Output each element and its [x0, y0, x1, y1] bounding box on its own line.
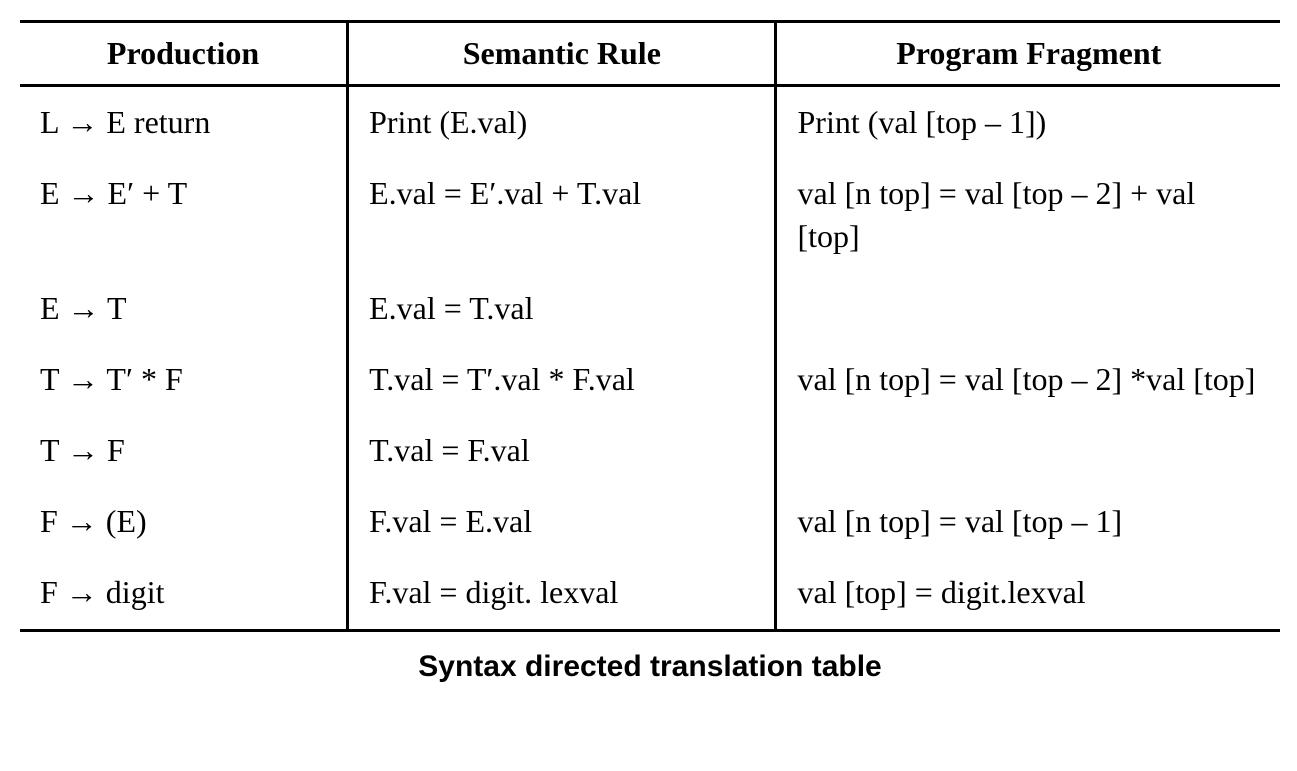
cell-semantic: E.val = T.val: [348, 273, 776, 344]
cell-fragment: [776, 415, 1280, 486]
cell-fragment: val [n top] = val [top – 2] *val [top]: [776, 344, 1280, 415]
table-caption: Syntax directed translation table: [20, 650, 1280, 684]
cell-production: E → E′ + T: [20, 158, 348, 272]
table-row: T → F T.val = F.val: [20, 415, 1280, 486]
cell-production: L → E return: [20, 86, 348, 159]
header-production: Production: [20, 22, 348, 86]
cell-fragment: val [n top] = val [top – 1]: [776, 486, 1280, 557]
header-semantic-rule: Semantic Rule: [348, 22, 776, 86]
table-row: E → T E.val = T.val: [20, 273, 1280, 344]
cell-semantic: T.val = T′.val * F.val: [348, 344, 776, 415]
cell-semantic: F.val = digit. lexval: [348, 557, 776, 630]
cell-fragment: Print (val [top – 1]): [776, 86, 1280, 159]
table-row: F → digit F.val = digit. lexval val [top…: [20, 557, 1280, 630]
cell-production: F → digit: [20, 557, 348, 630]
cell-semantic: F.val = E.val: [348, 486, 776, 557]
table-row: T → T′ * F T.val = T′.val * F.val val [n…: [20, 344, 1280, 415]
cell-production: T → F: [20, 415, 348, 486]
cell-production: F → (E): [20, 486, 348, 557]
cell-production: E → T: [20, 273, 348, 344]
table-row: F → (E) F.val = E.val val [n top] = val …: [20, 486, 1280, 557]
cell-semantic: Print (E.val): [348, 86, 776, 159]
cell-production: T → T′ * F: [20, 344, 348, 415]
table-row: E → E′ + T E.val = E′.val + T.val val [n…: [20, 158, 1280, 272]
translation-table: Production Semantic Rule Program Fragmen…: [20, 20, 1280, 632]
table-row: L → E return Print (E.val) Print (val [t…: [20, 86, 1280, 159]
cell-semantic: T.val = F.val: [348, 415, 776, 486]
cell-fragment: val [top] = digit.lexval: [776, 557, 1280, 630]
table-header-row: Production Semantic Rule Program Fragmen…: [20, 22, 1280, 86]
cell-fragment: [776, 273, 1280, 344]
cell-fragment: val [n top] = val [top – 2] + val [top]: [776, 158, 1280, 272]
cell-semantic: E.val = E′.val + T.val: [348, 158, 776, 272]
translation-table-container: Production Semantic Rule Program Fragmen…: [20, 20, 1280, 684]
header-program-fragment: Program Fragment: [776, 22, 1280, 86]
